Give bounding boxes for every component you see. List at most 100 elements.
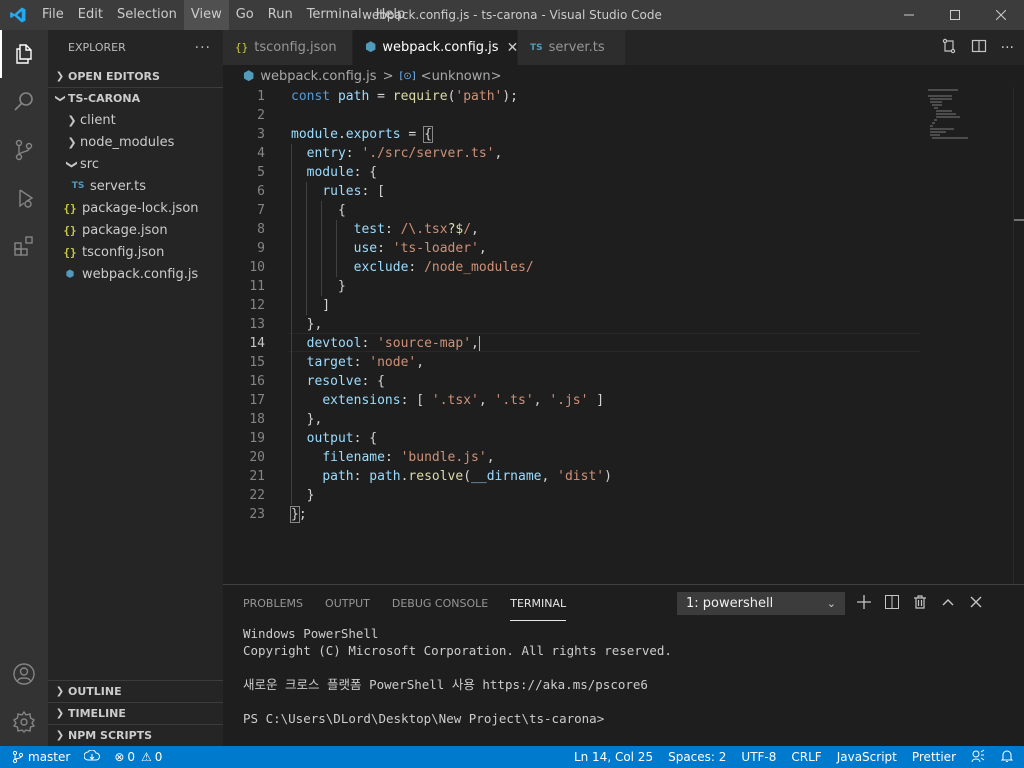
open-changes-icon[interactable] [941, 38, 957, 58]
menu-run[interactable]: Run [261, 0, 300, 30]
menu-help[interactable]: Help [369, 0, 413, 30]
notifications-bell-icon[interactable] [1000, 749, 1014, 766]
tab-output[interactable]: OUTPUT [325, 585, 370, 621]
menu-terminal[interactable]: Terminal [300, 0, 369, 30]
accounts-icon[interactable] [0, 650, 48, 698]
code-line: 1 const path = require('path'); [257, 89, 519, 104]
tree-folder-client[interactable]: ❯ client [48, 109, 223, 131]
breadcrumb-file[interactable]: webpack.config.js [260, 69, 376, 84]
explorer-icon[interactable] [0, 30, 48, 78]
tab-tsconfig[interactable]: {} tsconfig.json [223, 30, 353, 65]
minimize-button[interactable] [886, 0, 932, 30]
typescript-file-icon: TS [530, 42, 543, 53]
feedback-icon[interactable] [971, 749, 985, 766]
chevron-down-icon: ❯ [65, 159, 79, 169]
language-mode[interactable]: JavaScript [837, 750, 897, 764]
project-label: TS-CARONA [68, 92, 141, 105]
open-editors-section[interactable]: ❯ OPEN EDITORS [48, 65, 223, 87]
code-line: 14 devtool: 'source-map', [249, 336, 480, 351]
breadcrumb-symbol[interactable]: <unknown> [421, 69, 502, 84]
split-terminal-icon[interactable] [885, 594, 899, 613]
run-debug-icon[interactable] [0, 174, 48, 222]
code-line: 20 filename: 'bundle.js', [249, 450, 495, 465]
title-bar: File Edit Selection View Go Run Terminal… [0, 0, 1024, 30]
minimap[interactable] [923, 87, 1013, 584]
more-actions-icon[interactable]: ··· [1001, 40, 1014, 56]
timeline-label: TIMELINE [68, 707, 126, 720]
tree-file-webpack-config[interactable]: ⬢ webpack.config.js [48, 263, 223, 285]
code-line: 21 path: path.resolve(__dirname, 'dist') [249, 469, 612, 484]
menu-view[interactable]: View [183, 0, 229, 30]
tree-file-tsconfig[interactable]: {} tsconfig.json [48, 241, 223, 263]
tab-label: webpack.config.js [382, 40, 499, 55]
outline-section[interactable]: ❯ OUTLINE [48, 680, 223, 702]
tree-file-package-json[interactable]: {} package.json [48, 219, 223, 241]
code-line: 13 }, [249, 317, 323, 332]
editor-scrollbar[interactable] [1013, 87, 1024, 584]
breadcrumb-separator: > [382, 68, 394, 84]
source-control-icon[interactable] [0, 126, 48, 174]
chevron-right-icon: ❯ [55, 730, 65, 741]
tab-problems[interactable]: PROBLEMS [243, 585, 303, 621]
npm-scripts-section[interactable]: ❯ NPM SCRIPTS [48, 724, 223, 746]
menu-file[interactable]: File [35, 0, 71, 30]
tab-terminal[interactable]: TERMINAL [510, 585, 567, 621]
tab-server-ts[interactable]: TS server.ts [518, 30, 626, 65]
tree-item-label: src [80, 156, 99, 172]
formatter[interactable]: Prettier [912, 750, 956, 764]
sync-icon[interactable] [83, 749, 101, 765]
cursor-position[interactable]: Ln 14, Col 25 [574, 750, 653, 764]
json-file-icon: {} [63, 223, 77, 237]
explorer-sidebar: EXPLORER ··· ❯ OPEN EDITORS ❯ TS-CARONA … [48, 30, 223, 746]
settings-gear-icon[interactable] [0, 698, 48, 746]
branch-indicator[interactable]: master [12, 750, 70, 764]
timeline-section[interactable]: ❯ TIMELINE [48, 702, 223, 724]
json-file-icon: {} [235, 41, 249, 54]
code-line: 8 test: /\.tsx?$/, [257, 222, 479, 237]
code-line: 23}; [249, 506, 307, 523]
activity-bar [0, 30, 48, 746]
tree-item-label: webpack.config.js [82, 266, 199, 282]
tree-item-label: client [80, 112, 116, 128]
tree-folder-src[interactable]: ❯ src [48, 153, 223, 175]
editor-actions: ··· [941, 30, 1014, 65]
vscode-logo-icon[interactable] [0, 0, 35, 30]
close-window-button[interactable] [978, 0, 1024, 30]
code-line: 17 extensions: [ '.tsx', '.ts', '.js' ] [249, 393, 605, 408]
tab-debug-console[interactable]: DEBUG CONSOLE [392, 585, 488, 621]
encoding[interactable]: UTF-8 [741, 750, 776, 764]
maximize-panel-icon[interactable] [941, 595, 955, 613]
branch-name: master [28, 750, 71, 764]
chevron-right-icon: ❯ [67, 113, 77, 127]
split-editor-icon[interactable] [971, 38, 987, 58]
code-line: 2 [257, 108, 265, 123]
problems-indicator[interactable]: ⊗ 0 ⚠ 0 [114, 750, 162, 764]
tab-webpack-config[interactable]: ⬢ webpack.config.js ✕ [353, 30, 518, 65]
more-actions-icon[interactable]: ··· [195, 40, 211, 56]
explorer-title: EXPLORER [68, 41, 126, 54]
project-section[interactable]: ❯ TS-CARONA [48, 87, 223, 109]
maximize-button[interactable] [932, 0, 978, 30]
new-terminal-icon[interactable] [857, 594, 871, 613]
menu-go[interactable]: Go [229, 0, 261, 30]
indentation[interactable]: Spaces: 2 [668, 750, 726, 764]
code-line: 18 }, [249, 412, 323, 427]
extensions-icon[interactable] [0, 222, 48, 270]
end-of-line[interactable]: CRLF [791, 750, 821, 764]
webpack-file-icon: ⬢ [365, 40, 377, 55]
chevron-down-icon: ❯ [54, 94, 66, 103]
menu-selection[interactable]: Selection [110, 0, 184, 30]
tree-folder-node-modules[interactable]: ❯ node_modules [48, 131, 223, 153]
close-panel-icon[interactable] [969, 595, 983, 613]
close-tab-icon[interactable]: ✕ [507, 40, 519, 56]
menu-edit[interactable]: Edit [71, 0, 110, 30]
trash-icon[interactable] [913, 594, 927, 613]
terminal-select[interactable]: 1: powershell ⌄ [677, 592, 845, 615]
tree-item-label: tsconfig.json [82, 244, 165, 260]
tree-file-package-lock[interactable]: {} package-lock.json [48, 197, 223, 219]
code-line: 12 ] [249, 298, 331, 313]
search-icon[interactable] [0, 78, 48, 126]
code-editor[interactable]: 1 const path = require('path'); 2 3 module… [223, 87, 1024, 584]
tree-file-server-ts[interactable]: TS server.ts [48, 175, 223, 197]
terminal-output[interactable]: Windows PowerShell Copyright (C) Microso… [243, 625, 672, 727]
